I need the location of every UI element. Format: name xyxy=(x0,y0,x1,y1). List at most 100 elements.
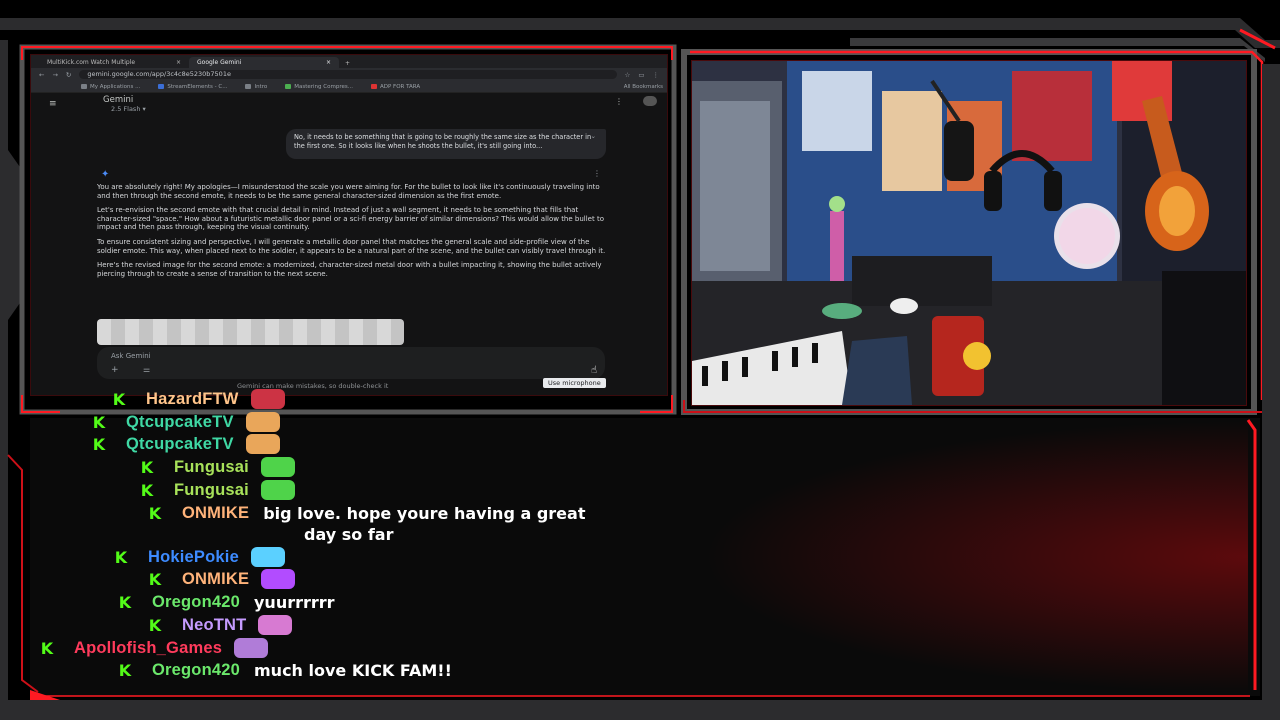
tools-icon[interactable]: ⚌ xyxy=(143,365,150,374)
extensions-icon[interactable]: ▭ xyxy=(638,71,644,79)
all-bookmarks[interactable]: All Bookmarks xyxy=(624,84,667,90)
chat-message: K ONMIKE xyxy=(146,568,296,590)
chat-message: K Oregon420 much love KICK FAM!! xyxy=(116,659,452,681)
chat-backdrop-glow xyxy=(700,420,1248,694)
hamburger-icon[interactable]: ≡ xyxy=(49,99,57,109)
close-icon[interactable]: × xyxy=(176,59,181,66)
bookmark-label: StreamElements - C... xyxy=(167,83,228,90)
response-paragraph: Here's the revised image for the second … xyxy=(97,261,602,278)
chat-message: K Apollofish_Games xyxy=(38,637,269,659)
chat-username[interactable]: NeoTNT xyxy=(182,616,246,635)
tab-strip: MultiKick.com Watch Multiple × Google Ge… xyxy=(31,55,667,68)
tab-gemini[interactable]: Google Gemini × xyxy=(189,57,339,68)
kick-badge-icon: K xyxy=(140,480,154,500)
url-field[interactable]: gemini.google.com/app/3c4c8e5230b7501e xyxy=(79,70,617,79)
chat-emote-icon xyxy=(261,569,296,589)
kick-badge-icon: K xyxy=(148,569,162,589)
webcam-feed xyxy=(691,60,1247,406)
chat-username[interactable]: ONMIKE xyxy=(182,570,249,589)
chat-message: K HazardFTW xyxy=(110,388,285,410)
kick-badge-icon: K xyxy=(140,457,154,477)
chat-message: K QtcupcakeTV xyxy=(90,411,280,433)
reload-icon[interactable]: ↻ xyxy=(66,71,71,79)
image-loading-placeholder xyxy=(97,319,404,345)
kick-badge-icon: K xyxy=(92,412,106,432)
chat-message: K HokiePokie xyxy=(112,546,285,568)
user-prompt-text: No, it needs to be something that is goi… xyxy=(294,133,592,150)
response-paragraph: You are absolutely right! My apologies—I… xyxy=(97,183,600,200)
user-prompt-bubble: No, it needs to be something that is goi… xyxy=(286,129,606,159)
hand-cursor-icon: ☝ xyxy=(591,365,598,376)
chat-message: K ONMIKE big love. hope youre having a gre… xyxy=(146,502,586,524)
chat-emote-icon xyxy=(245,412,280,432)
bookmark-item[interactable]: Intro xyxy=(245,84,267,90)
prompt-input-placeholder: Ask Gemini xyxy=(111,352,151,360)
menu-icon[interactable]: ⋮ xyxy=(653,71,660,79)
kick-badge-icon: K xyxy=(112,389,126,409)
chat-username[interactable]: ONMIKE xyxy=(182,504,249,523)
chat-username[interactable]: Apollofish_Games xyxy=(74,639,222,658)
chat-username[interactable]: Oregon420 xyxy=(152,593,240,612)
chat-emote-icon xyxy=(250,547,285,567)
chat-username[interactable]: Oregon420 xyxy=(152,661,240,680)
tab-multikick[interactable]: MultiKick.com Watch Multiple × xyxy=(39,57,189,68)
chat-username[interactable]: Fungusai xyxy=(174,481,249,500)
address-bar: ← → ↻ gemini.google.com/app/3c4c8e5230b7… xyxy=(31,68,667,81)
chat-emote-icon xyxy=(260,457,295,477)
gemini-header: ≡ Gemini 2.5 Flash ▾ ⋮ xyxy=(31,92,667,113)
tab-label: MultiKick.com Watch Multiple xyxy=(47,59,136,66)
gemini-title: Gemini xyxy=(103,95,134,105)
avatar[interactable] xyxy=(643,96,657,106)
chat-message-text: day so far xyxy=(304,524,394,544)
chat-message-text: yuurrrrrr xyxy=(254,592,335,612)
stream-chat: K HazardFTW K QtcupcakeTV K QtcupcakeTV K Fungu… xyxy=(0,388,720,688)
chat-emote-icon xyxy=(260,480,295,500)
kick-badge-icon: K xyxy=(148,503,162,523)
bookmark-item[interactable]: My Applications ... xyxy=(81,84,140,90)
chat-message: K Oregon420 yuurrrrrr xyxy=(116,591,335,613)
gemini-response: You are absolutely right! My apologies—I… xyxy=(97,183,607,284)
bookmark-item[interactable]: ADP FOR TARA xyxy=(370,84,420,90)
bookmark-item[interactable]: Mastering Compres... xyxy=(285,84,353,90)
bookmark-item[interactable]: StreamElements - C... xyxy=(158,84,227,90)
chevron-down-icon[interactable]: ⌄ xyxy=(590,132,596,141)
bookmark-label: Mastering Compres... xyxy=(294,83,353,90)
kebab-icon[interactable]: ⋮ xyxy=(615,97,623,106)
chat-emote-icon xyxy=(258,615,293,635)
browser-window: MultiKick.com Watch Multiple × Google Ge… xyxy=(30,54,668,396)
chat-username[interactable]: Fungusai xyxy=(174,458,249,477)
forward-icon[interactable]: → xyxy=(52,71,57,79)
chat-message: K Fungusai xyxy=(138,479,295,501)
bookmark-star-icon[interactable]: ☆ xyxy=(625,71,631,79)
chat-username[interactable]: QtcupcakeTV xyxy=(126,413,234,432)
back-icon[interactable]: ← xyxy=(39,71,44,79)
model-selector[interactable]: 2.5 Flash ▾ xyxy=(111,105,146,113)
kebab-icon[interactable]: ⋮ xyxy=(593,169,601,178)
new-tab-button[interactable]: + xyxy=(339,60,356,68)
bookmark-label: My Applications ... xyxy=(90,83,141,90)
chat-message-text: big love. hope youre having a great xyxy=(263,503,586,523)
chat-username[interactable]: HazardFTW xyxy=(146,390,239,409)
bookmark-label: Intro xyxy=(254,83,268,90)
response-paragraph: To ensure consistent sizing and perspect… xyxy=(97,237,606,255)
chat-emote-icon xyxy=(234,638,269,658)
kick-badge-icon: K xyxy=(118,660,132,680)
chat-username[interactable]: HokiePokie xyxy=(148,548,239,567)
kick-badge-icon: K xyxy=(40,638,54,658)
kick-badge-icon: K xyxy=(92,434,106,454)
close-icon[interactable]: × xyxy=(326,59,331,66)
kick-badge-icon: K xyxy=(148,615,162,635)
model-label: 2.5 Flash xyxy=(111,105,141,113)
chat-message-text: much love KICK FAM!! xyxy=(254,660,452,680)
chat-message: K Fungusai xyxy=(138,456,295,478)
kick-badge-icon: K xyxy=(114,547,128,567)
gemini-sparkle-icon: ✦ xyxy=(101,169,110,180)
chat-username[interactable]: QtcupcakeTV xyxy=(126,435,234,454)
all-bookmarks-label: All Bookmarks xyxy=(623,83,663,90)
chat-emote-icon xyxy=(250,389,285,409)
add-icon[interactable]: + xyxy=(111,365,119,375)
prompt-input-box[interactable]: Ask Gemini + ⚌ xyxy=(97,347,605,379)
webcam-scene xyxy=(692,61,1246,405)
chat-emote-icon xyxy=(245,434,280,454)
microphone-tooltip: Use microphone xyxy=(543,378,606,388)
